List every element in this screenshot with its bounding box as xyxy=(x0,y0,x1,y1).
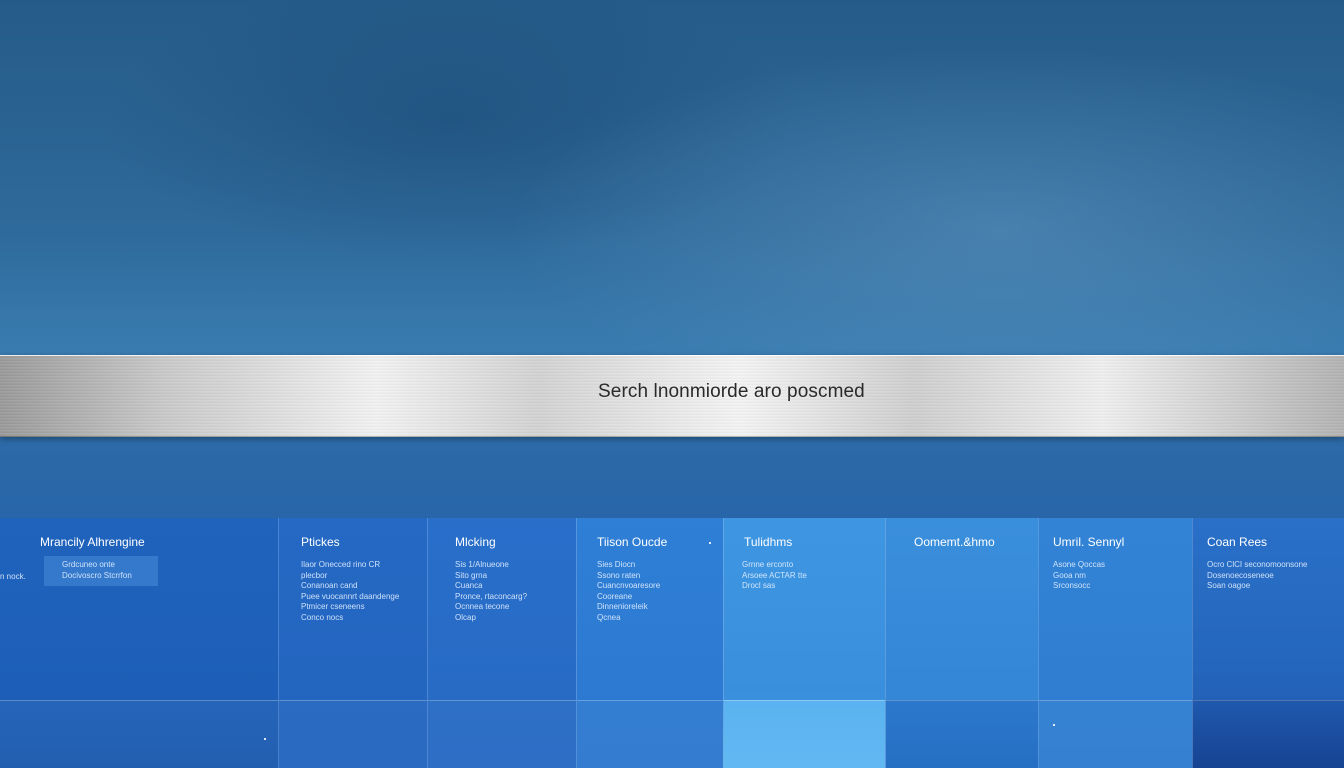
panel-line: Arsoee ACTAR tte xyxy=(742,570,807,580)
panel-line: Grdcuneo onte xyxy=(62,560,115,569)
panel-line: Ptmicer cseneens xyxy=(301,602,365,611)
panel-line: plecbor xyxy=(301,570,328,580)
panel-lines: Asone Qoccas Gooa nm Srconsocc xyxy=(1053,560,1105,592)
panel-title: Tiison Oucde xyxy=(597,535,668,549)
panel-title: Tulidhms xyxy=(744,535,793,549)
panel-tile[interactable]: Tulidhms Grnne erconto Arsoee ACTAR tte … xyxy=(723,518,885,768)
panel-lines: Sies Diocn Ssono raten Cuancnvoaresore C… xyxy=(597,560,660,623)
panel-tile[interactable]: Mrancily Alhrengine n nock. Grdcuneo ont… xyxy=(0,518,278,768)
panel-bottom xyxy=(724,700,885,768)
panel-tile[interactable]: Umril. Sennyl Asone Qoccas Gooa nm Srcon… xyxy=(1038,518,1192,768)
panel-line: Cooreane xyxy=(597,591,633,601)
panel-tile[interactable]: Mlcking Sis 1/Alnueone Sito grna Cuanca … xyxy=(427,518,576,768)
search-bar[interactable]: Serch lnonmiorde aro poscmed xyxy=(0,355,1344,437)
panel-line: Puee vuocannrt daandenge xyxy=(301,591,400,601)
panel-line: Conanoan cand xyxy=(301,581,358,590)
panel-bottom xyxy=(1039,700,1192,768)
panel-bottom xyxy=(577,700,723,768)
panel-tile[interactable]: Oomemt.&hmo xyxy=(885,518,1038,768)
panel-row: Mrancily Alhrengine n nock. Grdcuneo ont… xyxy=(0,518,1344,768)
panel-line: Gooa nm xyxy=(1053,570,1086,580)
panel-indicator-dot xyxy=(709,542,711,544)
panel-line: Ocro ClCI seconomoonsone xyxy=(1207,560,1308,569)
panel-line: Olcap xyxy=(455,612,476,622)
panel-line: Dinnenioreleik xyxy=(597,602,648,611)
panel-line: Soan oagoe xyxy=(1207,581,1251,590)
panel-line: Docivoscro Stcrrfon xyxy=(62,570,132,580)
panel-line: Drocl sas xyxy=(742,581,776,590)
panel-title: Umril. Sennyl xyxy=(1053,535,1125,549)
panel-title: Mlcking xyxy=(455,535,496,549)
panel-line: Grnne erconto xyxy=(742,560,794,569)
panel-line: Ocnnea tecone xyxy=(455,602,510,611)
panel-bottom xyxy=(1193,700,1344,768)
panel-title: Coan Rees xyxy=(1207,535,1268,549)
panel-line: Asone Qoccas xyxy=(1053,560,1106,569)
panel-tile[interactable]: Tiison Oucde Sies Diocn Ssono raten Cuan… xyxy=(576,518,723,768)
panel-line: Sies Diocn xyxy=(597,560,636,569)
panel-bottom xyxy=(428,700,576,768)
search-input-text[interactable]: Serch lnonmiorde aro poscmed xyxy=(598,381,865,403)
panel-line: Cuancnvoaresore xyxy=(597,581,661,590)
panel-line: Ssono raten xyxy=(597,570,641,580)
panel-side-label: n nock. xyxy=(0,572,26,581)
panel-bottom xyxy=(0,700,278,768)
panel-title: Ptickes xyxy=(301,535,340,549)
panel-title: Mrancily Alhrengine xyxy=(40,535,145,549)
panel-tile[interactable]: Ptickes Ilaor Onecced rino CR plecbor Co… xyxy=(278,518,427,768)
panel-line: Cuanca xyxy=(455,581,483,590)
panel-line: Sis 1/Alnueone xyxy=(455,560,509,569)
panel-bottom xyxy=(279,700,427,768)
panel-lines: Ocro ClCI seconomoonsone Dosenoecoseneoe… xyxy=(1207,560,1308,592)
panel-lines: Ilaor Onecced rino CR plecbor Conanoan c… xyxy=(301,560,399,623)
panel-lines: Sis 1/Alnueone Sito grna Cuanca Pronce, … xyxy=(455,560,527,623)
panel-tile[interactable]: Coan Rees Ocro ClCI seconomoonsone Dosen… xyxy=(1192,518,1344,768)
panel-line: Qcnea xyxy=(597,612,621,622)
panel-line: Conco nocs xyxy=(301,612,344,622)
panel-line: Sito grna xyxy=(455,570,488,580)
panel-line: Pronce, rtaconcarg? xyxy=(455,591,528,601)
panel-bottom xyxy=(886,700,1038,768)
panel-line: Ilaor Onecced rino CR xyxy=(301,560,381,569)
panel-title: Oomemt.&hmo xyxy=(914,535,995,549)
panel-line: Dosenoecoseneoe xyxy=(1207,570,1274,580)
panel-lines: Grdcuneo onte Docivoscro Stcrrfon xyxy=(62,560,132,581)
panel-lines: Grnne erconto Arsoee ACTAR tte Drocl sas xyxy=(742,560,807,592)
panel-line: Srconsocc xyxy=(1053,581,1091,590)
